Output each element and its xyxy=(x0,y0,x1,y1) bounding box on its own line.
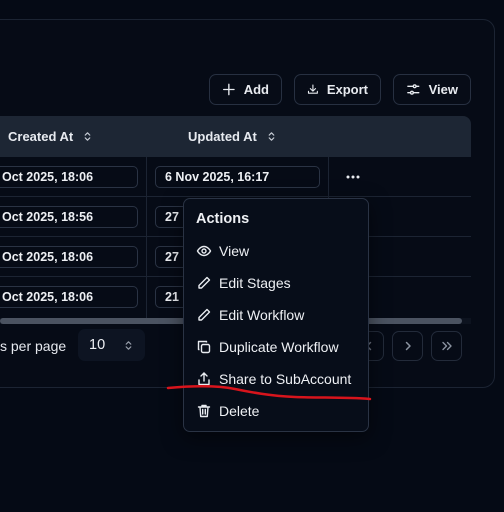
chevrons-right-icon xyxy=(441,341,452,351)
menu-item-label: Delete xyxy=(219,403,260,419)
menu-item-share-to-subaccount[interactable]: Share to SubAccount xyxy=(184,364,368,394)
table-header: Created At Updated At xyxy=(0,116,471,157)
download-icon xyxy=(307,84,318,94)
trash-icon xyxy=(197,404,211,418)
sliders-icon xyxy=(407,84,420,95)
menu-item-edit-workflow[interactable]: Edit Workflow xyxy=(184,300,368,330)
menu-item-label: Edit Workflow xyxy=(219,307,305,323)
last-page-button[interactable] xyxy=(431,331,462,361)
column-header-label: Updated At xyxy=(188,129,257,144)
rows-per-page-label: s per page xyxy=(0,338,67,354)
next-page-button[interactable] xyxy=(392,331,423,361)
export-button[interactable]: Export xyxy=(294,74,381,105)
add-button-label: Add xyxy=(243,82,269,97)
row-actions-button[interactable] xyxy=(342,168,364,186)
sort-icon xyxy=(268,132,275,141)
chevron-up-down-icon xyxy=(125,340,132,350)
menu-item-label: View xyxy=(219,243,250,259)
menu-item-label: Edit Stages xyxy=(219,275,291,291)
more-horizontal-icon xyxy=(346,175,360,179)
sort-icon xyxy=(84,132,91,141)
plus-icon xyxy=(223,83,235,96)
pencil-icon xyxy=(198,308,211,321)
created-at-cell: Oct 2025, 18:06 xyxy=(0,286,138,308)
menu-title: Actions xyxy=(196,211,250,227)
add-button[interactable]: Add xyxy=(209,74,282,105)
menu-item-delete[interactable]: Delete xyxy=(184,396,368,426)
column-divider xyxy=(146,157,147,320)
table-row: Oct 2025, 18:06 6 Nov 2025, 16:17 xyxy=(0,157,471,197)
menu-item-view[interactable]: View xyxy=(184,236,368,266)
menu-item-edit-stages[interactable]: Edit Stages xyxy=(184,268,368,298)
eye-icon xyxy=(196,245,212,257)
created-at-cell: Oct 2025, 18:06 xyxy=(0,246,138,268)
view-button-label: View xyxy=(428,82,458,97)
column-header-created-at[interactable]: Created At xyxy=(8,116,93,157)
created-at-cell: Oct 2025, 18:06 xyxy=(0,166,138,188)
share-icon xyxy=(198,372,210,386)
menu-item-label: Duplicate Workflow xyxy=(219,339,339,355)
view-options-button[interactable]: View xyxy=(393,74,471,105)
rows-per-page-select[interactable]: 10 xyxy=(78,329,145,361)
actions-menu: Actions View Edit Stages Edit Workflow D… xyxy=(183,198,369,432)
column-header-updated-at[interactable]: Updated At xyxy=(188,116,277,157)
export-button-label: Export xyxy=(326,82,368,97)
created-at-cell: Oct 2025, 18:56 xyxy=(0,206,138,228)
copy-icon xyxy=(197,340,211,354)
pencil-icon xyxy=(198,276,211,289)
menu-item-duplicate-workflow[interactable]: Duplicate Workflow xyxy=(184,332,368,362)
chevron-right-icon xyxy=(405,341,411,351)
menu-item-label: Share to SubAccount xyxy=(219,371,352,387)
updated-at-cell: 6 Nov 2025, 16:17 xyxy=(155,166,320,188)
rows-per-page-value: 10 xyxy=(89,337,106,353)
column-header-label: Created At xyxy=(8,129,74,144)
